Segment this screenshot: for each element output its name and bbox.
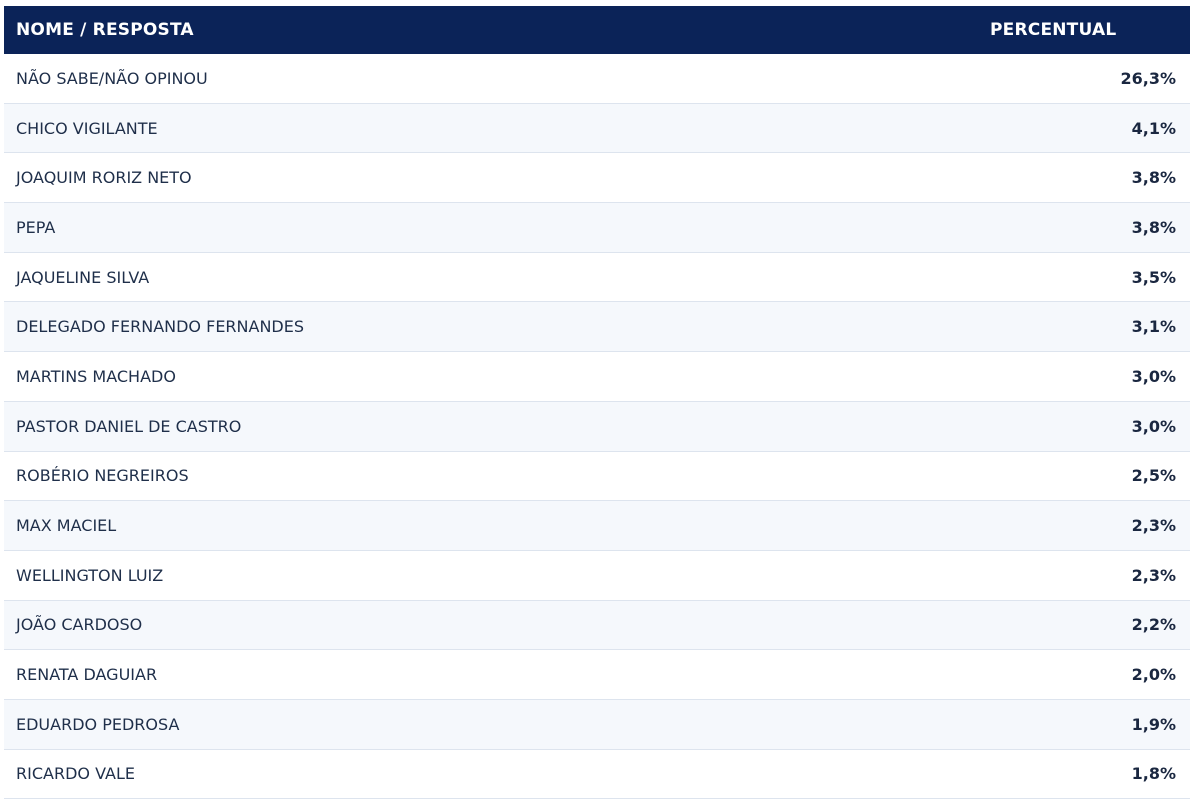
row-percentual: 3,0% [1131, 416, 1176, 436]
row-percentual: 4,1% [1131, 118, 1176, 138]
row-name: PASTOR DANIEL DE CASTRO [16, 416, 242, 436]
table-row: RENATA DAGUIAR 2,0% [4, 650, 1190, 700]
table-row: RICARDO VALE 1,8% [4, 750, 1190, 800]
table-row: DELEGADO FERNANDO FERNANDES 3,1% [4, 302, 1190, 353]
row-name: RENATA DAGUIAR [16, 665, 158, 685]
row-name: JOÃO CARDOSO [16, 615, 143, 635]
row-name: RICARDO VALE [16, 764, 135, 784]
row-name: MAX MACIEL [16, 516, 117, 536]
row-name: ROBÉRIO NEGREIROS [16, 466, 189, 486]
table-row: JOÃO CARDOSO 2,2% [4, 600, 1190, 651]
table-row: MAX MACIEL 2,3% [4, 501, 1190, 551]
row-percentual: 1,9% [1131, 714, 1176, 734]
row-name: EDUARDO PEDROSA [16, 714, 180, 734]
row-percentual: 26,3% [1120, 68, 1176, 88]
table-row: EDUARDO PEDROSA 1,9% [4, 699, 1190, 750]
row-percentual: 2,0% [1131, 665, 1176, 685]
row-percentual: 1,8% [1131, 764, 1176, 784]
row-name: DELEGADO FERNANDO FERNANDES [16, 317, 305, 337]
row-name: JAQUELINE SILVA [16, 267, 150, 287]
row-percentual: 3,8% [1131, 168, 1176, 188]
row-name: CHICO VIGILANTE [16, 118, 158, 138]
table-row: JOAQUIM RORIZ NETO 3,8% [4, 153, 1190, 204]
row-name: PEPA [16, 217, 56, 237]
table-row: ROBÉRIO NEGREIROS 2,5% [4, 452, 1190, 502]
row-name: WELLINGTON LUIZ [16, 565, 164, 585]
row-percentual: 2,3% [1131, 565, 1176, 585]
row-percentual: 3,5% [1131, 267, 1176, 287]
table-header: NOME / RESPOSTA PERCENTUAL [4, 6, 1190, 54]
table-row: PEPA 3,8% [4, 203, 1190, 253]
row-percentual: 3,0% [1131, 366, 1176, 386]
row-name: NÃO SABE/NÃO OPINOU [16, 68, 208, 88]
column-header-name: NOME / RESPOSTA [16, 20, 194, 40]
results-table: NOME / RESPOSTA PERCENTUAL NÃO SABE/NÃO … [4, 6, 1190, 800]
row-percentual: 2,3% [1131, 516, 1176, 536]
row-percentual: 3,8% [1131, 217, 1176, 237]
table-row: MARTINS MACHADO 3,0% [4, 352, 1190, 402]
row-name: JOAQUIM RORIZ NETO [16, 168, 192, 188]
table-row: CHICO VIGILANTE 4,1% [4, 103, 1190, 154]
row-name: MARTINS MACHADO [16, 366, 176, 386]
table-body: NÃO SABE/NÃO OPINOU 26,3% CHICO VIGILANTE 4… [4, 54, 1190, 800]
row-percentual: 2,5% [1131, 466, 1176, 486]
column-header-percentual: PERCENTUAL [990, 20, 1117, 40]
row-percentual: 2,2% [1131, 615, 1176, 635]
table-row: NÃO SABE/NÃO OPINOU 26,3% [4, 54, 1190, 104]
row-percentual: 3,1% [1131, 317, 1176, 337]
table-row: WELLINGTON LUIZ 2,3% [4, 551, 1190, 601]
table-row: JAQUELINE SILVA 3,5% [4, 253, 1190, 303]
table-row: PASTOR DANIEL DE CASTRO 3,0% [4, 401, 1190, 452]
